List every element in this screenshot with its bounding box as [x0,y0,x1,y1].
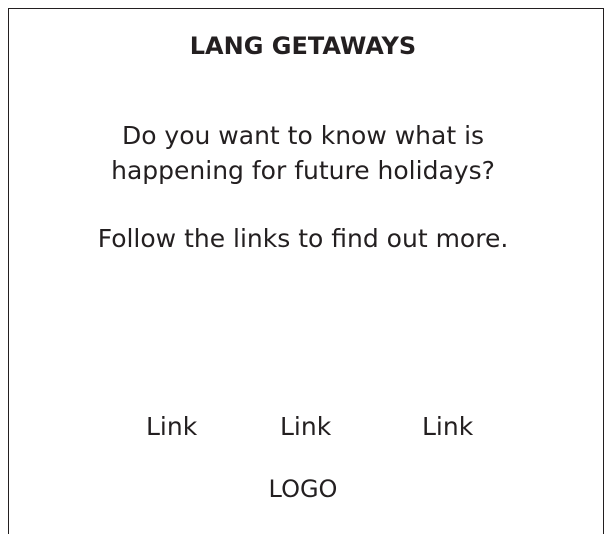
page-frame [8,8,604,534]
link-2[interactable]: Link [280,412,331,441]
page-title: LANG GETAWAYS [189,32,417,60]
logo: LOGO [268,475,338,503]
link-1[interactable]: Link [146,412,197,441]
intro-question-line-2: happening for future holidays? [111,156,495,185]
instruction-text: Follow the links to find out more. [97,224,509,253]
link-3[interactable]: Link [422,412,473,441]
intro-question-line-1: Do you want to know what is [121,121,485,150]
intro-question: Do you want to know what is happening fo… [0,118,606,188]
